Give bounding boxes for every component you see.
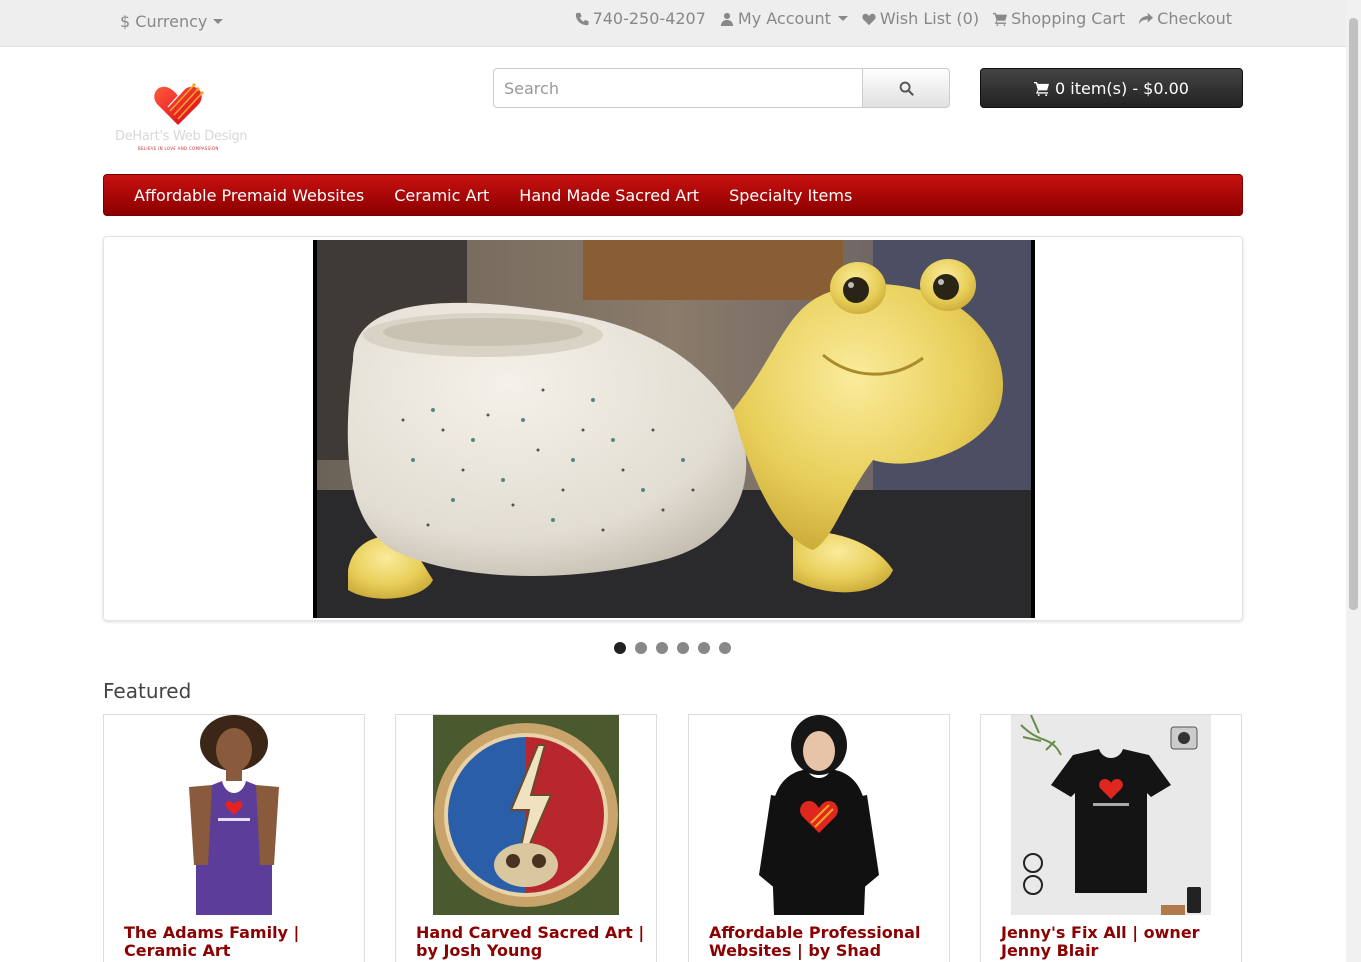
search-button[interactable]: [863, 68, 950, 108]
phone-icon: [575, 12, 589, 25]
slide-dot-5[interactable]: [698, 642, 710, 654]
cart-summary-label: 0 item(s) - $0.00: [1055, 78, 1189, 98]
logo-text: DeHart's Web Design: [115, 129, 248, 144]
share-icon: [1139, 12, 1154, 24]
menu-item-ceramic-art[interactable]: Ceramic Art: [379, 186, 504, 205]
cart-icon: [993, 12, 1008, 26]
search-bar: [493, 68, 950, 108]
product-card[interactable]: The Adams Family | Ceramic Art: [103, 714, 365, 962]
product-title[interactable]: Hand Carved Sacred Art | by Josh Young: [416, 924, 646, 960]
wish-list-label: Wish List (0): [879, 9, 980, 28]
shopping-cart-link[interactable]: Shopping Cart: [993, 9, 1125, 28]
slide-dot-3[interactable]: [656, 642, 668, 654]
wish-list-link[interactable]: Wish List (0): [862, 9, 979, 28]
phone-number: 740-250-4207: [592, 9, 706, 28]
slide-dot-4[interactable]: [677, 642, 689, 654]
slideshow[interactable]: [103, 236, 1243, 621]
menu-item-premaid-websites[interactable]: Affordable Premaid Websites: [119, 186, 379, 205]
black-tshirt-flatlay-photo: [1011, 715, 1211, 915]
slide-dot-1[interactable]: [614, 642, 626, 654]
currency-dropdown[interactable]: $ Currency: [120, 12, 224, 31]
search-icon: [899, 81, 914, 96]
menu-item-sacred-art[interactable]: Hand Made Sacred Art: [504, 186, 714, 205]
product-card[interactable]: Affordable Professional Websites | by Sh…: [688, 714, 950, 962]
slideshow-pagination: [614, 642, 731, 654]
black-hoodie-photo: [719, 715, 919, 915]
my-account-dropdown[interactable]: My Account: [720, 9, 848, 28]
slide-dot-6[interactable]: [719, 642, 731, 654]
heart-icon: [862, 13, 876, 25]
phone-link[interactable]: 740-250-4207: [575, 9, 706, 28]
product-image[interactable]: [719, 715, 919, 915]
user-icon: [720, 12, 734, 26]
scrollbar-thumb[interactable]: [1349, 18, 1358, 610]
product-card[interactable]: Hand Carved Sacred Art | by Josh Young: [395, 714, 657, 962]
slide-dot-2[interactable]: [635, 642, 647, 654]
ceramic-turtle-photo: [313, 240, 1035, 618]
heart-circuit-logo-icon: [154, 82, 204, 125]
checkout-label: Checkout: [1157, 9, 1232, 28]
product-image[interactable]: [134, 715, 334, 915]
menu-item-specialty-items[interactable]: Specialty Items: [714, 186, 867, 205]
shopping-cart-label: Shopping Cart: [1011, 9, 1126, 28]
purple-tank-top-photo: [134, 715, 334, 915]
carved-steal-your-face-photo: [433, 715, 619, 915]
cart-icon: [1034, 81, 1049, 96]
logo-tagline: BELIEVE IN LOVE AND COMPASSION: [138, 146, 219, 151]
featured-heading: Featured: [103, 679, 192, 703]
top-bar: $ Currency 740-250-4207 My Account Wish …: [0, 0, 1346, 47]
currency-label: $ Currency: [120, 12, 208, 31]
caret-down-icon: [213, 19, 224, 24]
my-account-label: My Account: [737, 9, 831, 28]
slide-image-ceramic-turtle[interactable]: [313, 240, 1035, 618]
search-input[interactable]: [493, 68, 864, 108]
caret-down-icon: [837, 16, 848, 21]
page-scrollbar[interactable]: [1346, 0, 1361, 962]
site-logo[interactable]: DeHart's Web Design BELIEVE IN LOVE AND …: [110, 75, 250, 155]
top-links: 740-250-4207 My Account Wish List (0) Sh…: [575, 9, 1232, 28]
product-title[interactable]: Affordable Professional Websites | by Sh…: [709, 924, 939, 962]
main-menu: Affordable Premaid Websites Ceramic Art …: [103, 174, 1243, 216]
product-image[interactable]: [1011, 715, 1211, 915]
product-card[interactable]: Jenny's Fix All | owner Jenny Blair: [980, 714, 1242, 962]
product-title[interactable]: Jenny's Fix All | owner Jenny Blair: [1001, 924, 1231, 960]
product-image[interactable]: [433, 715, 619, 915]
cart-summary-button[interactable]: 0 item(s) - $0.00: [980, 68, 1243, 108]
product-title[interactable]: The Adams Family | Ceramic Art: [124, 924, 354, 960]
checkout-link[interactable]: Checkout: [1139, 9, 1232, 28]
